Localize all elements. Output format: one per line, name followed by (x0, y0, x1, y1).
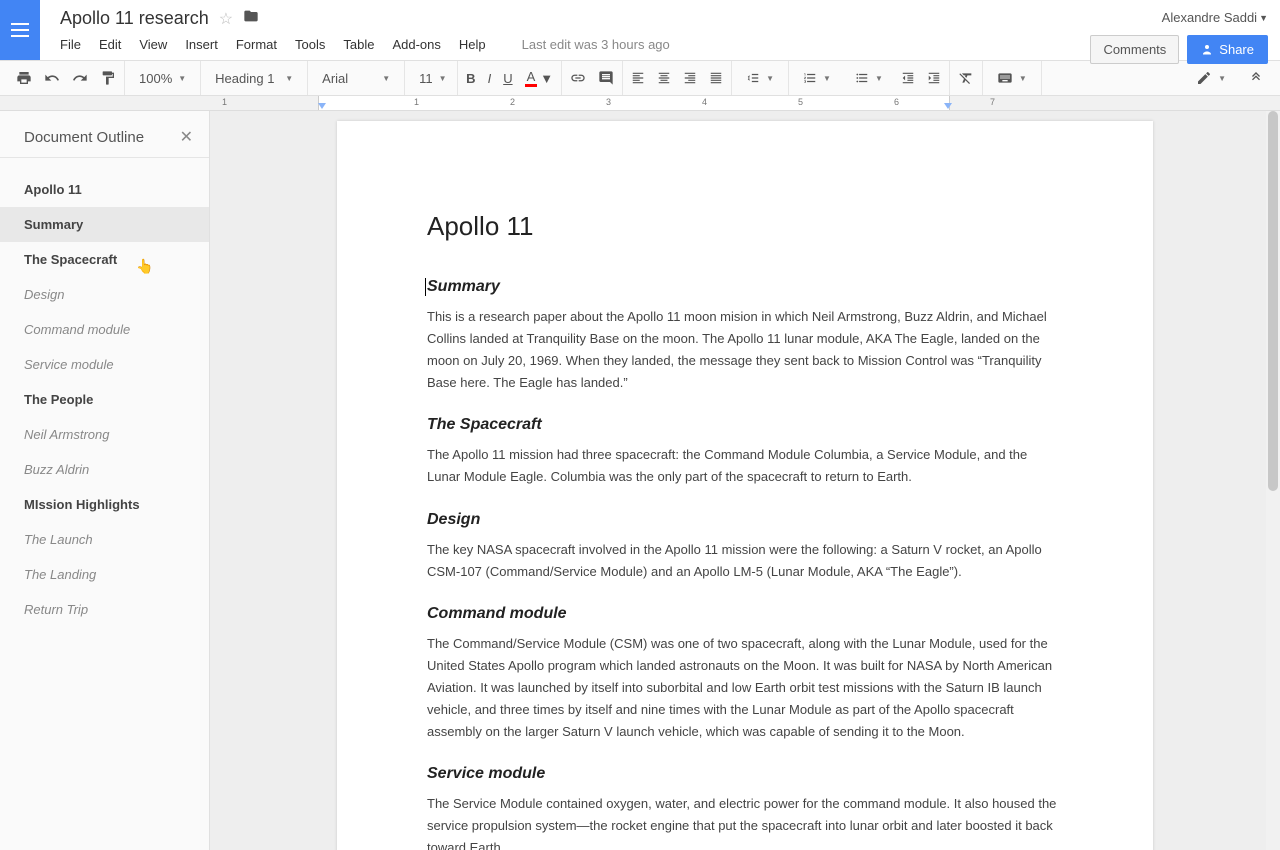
star-icon[interactable]: ☆ (219, 9, 233, 29)
menu-insert[interactable]: Insert (185, 37, 218, 52)
docs-home-button[interactable] (0, 0, 40, 60)
undo-icon[interactable] (44, 70, 60, 86)
align-justify-icon[interactable] (709, 71, 723, 85)
font-select[interactable]: Arial▼ (316, 71, 396, 86)
ruler-number: 1 (414, 97, 419, 107)
clear-formatting-icon[interactable] (958, 70, 974, 86)
line-spacing-button[interactable]: ▼ (740, 71, 780, 85)
outline-item[interactable]: Service module (0, 347, 209, 382)
menu-help[interactable]: Help (459, 37, 486, 52)
title-bar: Apollo 11 research ☆ File Edit View Inse… (0, 0, 1280, 60)
outline-item[interactable]: Neil Armstrong (0, 417, 209, 452)
menu-format[interactable]: Format (236, 37, 277, 52)
scrollbar-thumb[interactable] (1268, 111, 1278, 491)
ruler-number: 1 (222, 97, 227, 107)
bulleted-list-button[interactable]: ▼ (849, 71, 889, 85)
outline-item[interactable]: The Landing (0, 557, 209, 592)
ruler-number: 5 (798, 97, 803, 107)
insert-link-icon[interactable] (570, 70, 586, 86)
text-color-button[interactable]: A▼ (525, 69, 554, 87)
doc-paragraph[interactable]: The Service Module contained oxygen, wat… (427, 793, 1063, 850)
folder-icon[interactable] (243, 8, 259, 29)
horizontal-ruler[interactable]: 1 1 2 3 4 5 6 7 (0, 96, 1280, 111)
zoom-select[interactable]: 100%▼ (133, 71, 192, 86)
toolbar: 100%▼ Heading 1▼ Arial▼ 11▼ B I U A▼ ▼ (0, 60, 1280, 96)
doc-heading-2[interactable]: Service module (427, 765, 1063, 783)
document-title[interactable]: Apollo 11 research (60, 8, 209, 29)
outline-item[interactable]: Apollo 11 (0, 172, 209, 207)
doc-heading-2[interactable]: The Spacecraft (427, 416, 1063, 434)
outline-item[interactable]: The Spacecraft (0, 242, 209, 277)
align-center-icon[interactable] (657, 71, 671, 85)
input-tools-button[interactable]: ▼ (991, 70, 1033, 86)
menu-table[interactable]: Table (343, 37, 374, 52)
underline-button[interactable]: U (503, 71, 512, 86)
menu-view[interactable]: View (139, 37, 167, 52)
outline-item[interactable]: Command module (0, 312, 209, 347)
outline-item[interactable]: Design (0, 277, 209, 312)
ruler-number: 3 (606, 97, 611, 107)
outline-item[interactable]: The Launch (0, 522, 209, 557)
doc-heading-2[interactable]: Design (427, 511, 1063, 529)
close-outline-icon[interactable]: ✕ (180, 127, 193, 147)
collapse-toolbar-icon[interactable] (1248, 70, 1264, 86)
doc-heading-1[interactable]: Apollo 11 (427, 211, 1063, 242)
doc-paragraph[interactable]: This is a research paper about the Apoll… (427, 306, 1063, 394)
numbered-list-button[interactable]: ▼ (797, 71, 837, 85)
outline-item[interactable]: Buzz Aldrin (0, 452, 209, 487)
bold-button[interactable]: B (466, 71, 475, 86)
menu-tools[interactable]: Tools (295, 37, 325, 52)
print-icon[interactable] (16, 70, 32, 86)
align-right-icon[interactable] (683, 71, 697, 85)
ruler-number: 7 (990, 97, 995, 107)
increase-indent-icon[interactable] (927, 71, 941, 85)
menu-edit[interactable]: Edit (99, 37, 121, 52)
share-button[interactable]: Share (1187, 35, 1268, 64)
decrease-indent-icon[interactable] (901, 71, 915, 85)
doc-heading-2[interactable]: Summary (427, 278, 1063, 296)
editing-mode-button[interactable]: ▼ (1190, 70, 1232, 86)
account-name[interactable]: Alexandre Saddi ▼ (1162, 10, 1268, 25)
comments-button[interactable]: Comments (1090, 35, 1179, 64)
outline-item[interactable]: Return Trip (0, 592, 209, 627)
page[interactable]: Apollo 11 Summary This is a research pape… (337, 121, 1153, 850)
ruler-number: 4 (702, 97, 707, 107)
redo-icon[interactable] (72, 70, 88, 86)
document-outline-panel: Document Outline ✕ Apollo 11SummaryThe S… (0, 111, 210, 850)
document-canvas[interactable]: Apollo 11 Summary This is a research pape… (210, 111, 1280, 850)
doc-heading-2[interactable]: Command module (427, 605, 1063, 623)
paragraph-style-select[interactable]: Heading 1▼ (209, 71, 299, 86)
align-left-icon[interactable] (631, 71, 645, 85)
last-edit-text: Last edit was 3 hours ago (522, 37, 670, 52)
outline-item[interactable]: The People (0, 382, 209, 417)
insert-comment-icon[interactable] (598, 70, 614, 86)
outline-title: Document Outline (24, 129, 144, 146)
doc-paragraph[interactable]: The Apollo 11 mission had three spacecra… (427, 444, 1063, 488)
outline-item[interactable]: MIssion Highlights (0, 487, 209, 522)
doc-paragraph[interactable]: The Command/Service Module (CSM) was one… (427, 633, 1063, 743)
menu-file[interactable]: File (60, 37, 81, 52)
ruler-number: 2 (510, 97, 515, 107)
paint-format-icon[interactable] (100, 70, 116, 86)
menu-addons[interactable]: Add-ons (392, 37, 440, 52)
outline-item[interactable]: Summary (0, 207, 209, 242)
font-size-select[interactable]: 11▼ (413, 71, 449, 86)
italic-button[interactable]: I (488, 71, 492, 86)
ruler-number: 6 (894, 97, 899, 107)
doc-paragraph[interactable]: The key NASA spacecraft involved in the … (427, 539, 1063, 583)
